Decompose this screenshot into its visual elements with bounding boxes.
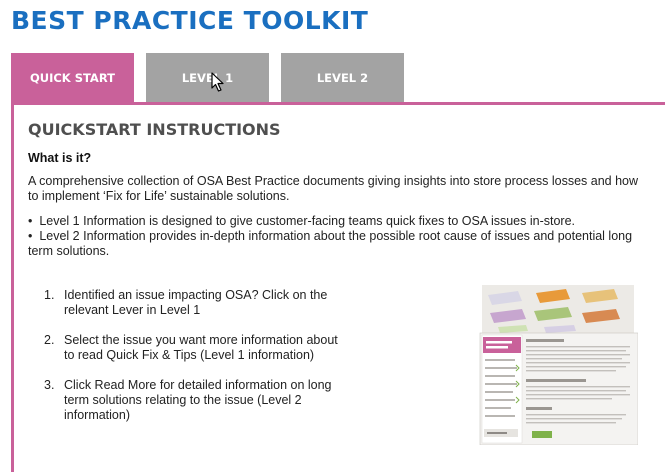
toolkit-preview-image <box>478 283 639 446</box>
list-item: Level 1 Information is designed to give … <box>28 214 643 229</box>
step-text: Select the issue you want more informati… <box>64 333 338 362</box>
mouse-pointer-icon <box>211 72 224 92</box>
section-title: QUICKSTART INSTRUCTIONS <box>28 120 281 139</box>
step-text: Identified an issue impacting OSA? Click… <box>64 288 328 317</box>
tab-level-2[interactable]: LEVEL 2 <box>281 53 404 102</box>
step-item: 3. Click Read More for detailed informat… <box>44 378 344 423</box>
step-item: 1. Identified an issue impacting OSA? Cl… <box>44 288 344 318</box>
tab-level-1[interactable]: LEVEL 1 <box>146 53 269 102</box>
step-number: 2. <box>44 333 55 347</box>
level-info-list: Level 1 Information is designed to give … <box>28 214 643 259</box>
what-is-it-heading: What is it? <box>28 151 92 165</box>
steps-list: 1. Identified an issue impacting OSA? Cl… <box>44 288 344 438</box>
step-number: 3. <box>44 378 55 392</box>
page-title: BEST PRACTICE TOOLKIT <box>11 6 369 35</box>
intro-paragraph: A comprehensive collection of OSA Best P… <box>28 174 639 203</box>
step-item: 2. Select the issue you want more inform… <box>44 333 344 363</box>
step-number: 1. <box>44 288 55 302</box>
list-item: Level 2 Information provides in-depth in… <box>28 229 643 259</box>
step-text: Click Read More for detailed information… <box>64 378 332 422</box>
tab-quick-start[interactable]: QUICK START <box>11 53 134 102</box>
toolkit-preview-illustration <box>479 285 639 446</box>
